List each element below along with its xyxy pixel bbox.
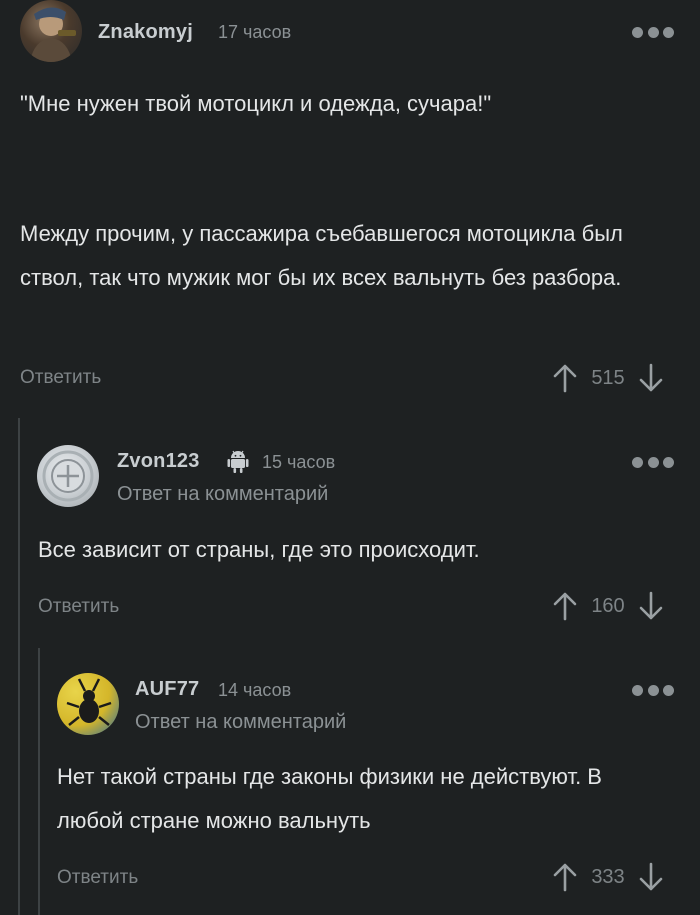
- vote-controls: 515: [552, 363, 664, 393]
- downvote-arrow-icon[interactable]: [638, 591, 664, 621]
- vote-controls: 333: [552, 862, 664, 892]
- comment-username[interactable]: Zvon123: [117, 450, 200, 473]
- more-options-icon[interactable]: [632, 456, 674, 468]
- comment-thread: Znakomyj 17 часов "Мне нужен твой мотоци…: [0, 0, 700, 915]
- thread-line: [18, 418, 20, 915]
- avatar[interactable]: [20, 0, 82, 62]
- comment-time: 17 часов: [218, 22, 292, 42]
- thread-line: [38, 648, 40, 915]
- user-photo-icon: [30, 7, 76, 62]
- reply-to-link[interactable]: Ответ на комментарий: [135, 711, 346, 734]
- rating-count: 160: [591, 594, 625, 617]
- comment-time: 14 часов: [218, 680, 292, 700]
- beetle-avatar-icon: [66, 678, 112, 726]
- more-options-icon[interactable]: [632, 684, 674, 696]
- vote-controls: 160: [552, 591, 664, 621]
- avatar[interactable]: [37, 445, 99, 507]
- comment-username[interactable]: Znakomyj: [98, 21, 193, 44]
- reply-to-link[interactable]: Ответ на комментарий: [117, 483, 328, 506]
- coin-avatar-icon: [42, 450, 94, 502]
- comment-text: Между прочим, у пассажира съебавшегося м…: [20, 221, 623, 290]
- comment-text: Нет такой страны где законы физики не де…: [57, 764, 602, 833]
- comment-text: "Мне нужен твой мотоцикл и одежда, сучар…: [20, 91, 492, 116]
- rating-count: 515: [591, 366, 625, 389]
- comment-username[interactable]: AUF77: [135, 678, 199, 701]
- downvote-arrow-icon[interactable]: [638, 862, 664, 892]
- comment-time: 15 часов: [262, 452, 336, 472]
- reply-button[interactable]: Ответить: [57, 867, 138, 889]
- rating-count: 333: [591, 865, 625, 888]
- upvote-arrow-icon[interactable]: [552, 591, 578, 621]
- upvote-arrow-icon[interactable]: [552, 862, 578, 892]
- comment-text: Все зависит от страны, где это происходи…: [38, 537, 480, 562]
- reply-button[interactable]: Ответить: [38, 596, 119, 618]
- avatar[interactable]: [57, 673, 119, 735]
- downvote-arrow-icon[interactable]: [638, 363, 664, 393]
- android-icon: [227, 450, 249, 473]
- more-options-icon[interactable]: [632, 26, 674, 38]
- upvote-arrow-icon[interactable]: [552, 363, 578, 393]
- reply-button[interactable]: Ответить: [20, 367, 101, 389]
